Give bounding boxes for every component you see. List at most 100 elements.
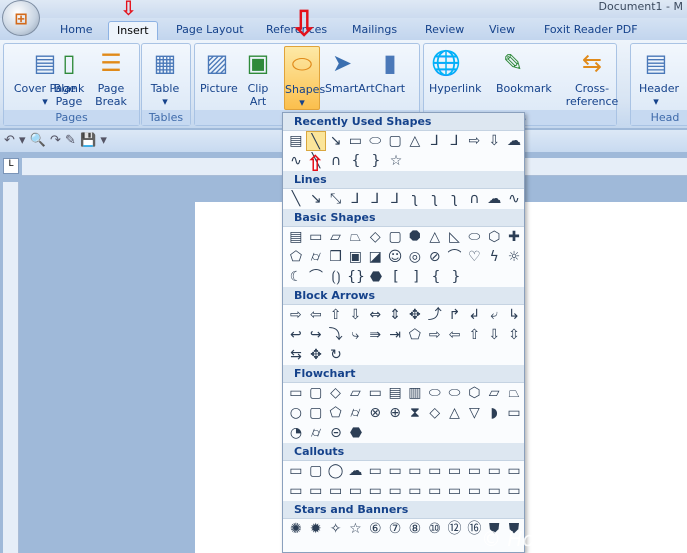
shape-icon[interactable]: ⏢ bbox=[504, 383, 524, 403]
shape-icon[interactable]: ▥ bbox=[405, 383, 425, 403]
shape-icon[interactable]: ⑦ bbox=[385, 519, 405, 539]
shape-icon[interactable]: ▭ bbox=[484, 461, 504, 481]
shape-icon[interactable]: ʅ bbox=[445, 189, 465, 209]
shape-icon[interactable]: ∿ bbox=[504, 189, 524, 209]
shape-icon[interactable]: ▢ bbox=[306, 383, 326, 403]
shape-icon[interactable]: ⊗ bbox=[365, 403, 385, 423]
table-button[interactable]: ▦ Table ▾ bbox=[148, 46, 182, 108]
shape-icon[interactable]: ○ bbox=[286, 403, 306, 423]
shape-icon[interactable]: ʅ bbox=[405, 189, 425, 209]
shape-icon[interactable]: ⏢ bbox=[345, 227, 365, 247]
shape-icon[interactable]: ⇨ bbox=[464, 131, 484, 151]
shape-icon[interactable]: ⅃ bbox=[385, 189, 405, 209]
shape-icon[interactable]: ╲ bbox=[286, 189, 306, 209]
shape-icon[interactable]: ▭ bbox=[425, 461, 445, 481]
shape-icon[interactable]: ▢ bbox=[385, 131, 405, 151]
shape-icon[interactable]: ◇ bbox=[326, 383, 346, 403]
tab-view[interactable]: View bbox=[481, 21, 523, 40]
shape-icon[interactable]: ⬠ bbox=[286, 247, 306, 267]
shape-icon[interactable]: } bbox=[446, 267, 466, 287]
shape-icon[interactable]: ▢ bbox=[385, 227, 405, 247]
shape-icon[interactable]: ⊘ bbox=[425, 247, 445, 267]
shape-icon[interactable]: ▭ bbox=[464, 461, 484, 481]
chart-button[interactable]: ▮ Chart bbox=[373, 46, 407, 95]
blank-page-button[interactable]: ▯ Blank Page bbox=[52, 46, 86, 108]
shape-icon[interactable]: ∿ bbox=[286, 151, 306, 171]
shape-icon[interactable]: ⟮⟯ bbox=[326, 267, 346, 287]
shape-icon[interactable]: ⅃ bbox=[365, 189, 385, 209]
shape-icon[interactable]: ⇧ bbox=[326, 305, 346, 325]
header-button[interactable]: ▤ Header ▾ bbox=[639, 46, 679, 108]
shape-icon[interactable]: ✥ bbox=[405, 305, 425, 325]
shape-icon[interactable]: ⌒ bbox=[306, 267, 326, 287]
office-button[interactable]: ⊞ bbox=[2, 0, 40, 36]
shape-icon[interactable]: ☁ bbox=[504, 131, 524, 151]
shape-icon[interactable]: ⤷ bbox=[345, 325, 365, 345]
shape-icon[interactable]: } bbox=[366, 151, 386, 171]
shape-icon[interactable]: ▱ bbox=[484, 383, 504, 403]
shape-icon[interactable]: ◇ bbox=[365, 227, 385, 247]
shape-icon[interactable]: ▭ bbox=[346, 131, 366, 151]
shape-icon[interactable]: ▽ bbox=[464, 403, 484, 423]
tab-home[interactable]: Home bbox=[52, 21, 100, 40]
shape-icon[interactable]: ] bbox=[406, 267, 426, 287]
shape-icon[interactable]: ♡ bbox=[464, 247, 484, 267]
shape-icon[interactable]: ⬣ bbox=[346, 423, 366, 443]
shape-icon[interactable]: ⤵ bbox=[326, 325, 346, 345]
shape-icon[interactable]: ↪ bbox=[306, 325, 326, 345]
shape-icon[interactable]: ⑩ bbox=[425, 519, 445, 539]
shape-icon[interactable]: ▭ bbox=[504, 461, 524, 481]
shape-icon[interactable]: ⬡ bbox=[464, 383, 484, 403]
shape-icon[interactable]: △ bbox=[425, 227, 445, 247]
shape-icon[interactable]: [ bbox=[386, 267, 406, 287]
shape-icon[interactable]: ◺ bbox=[445, 227, 465, 247]
shape-icon[interactable]: ▭ bbox=[326, 481, 346, 501]
shape-icon[interactable]: ⅃ bbox=[445, 131, 465, 151]
shape-icon[interactable]: ⇦ bbox=[445, 325, 465, 345]
shape-icon[interactable]: ◯ bbox=[326, 461, 346, 481]
shape-icon[interactable]: △ bbox=[405, 131, 425, 151]
shape-icon[interactable]: ⬠ bbox=[326, 403, 346, 423]
shape-icon[interactable]: ⇩ bbox=[345, 305, 365, 325]
shape-icon[interactable]: ⇨ bbox=[286, 305, 306, 325]
shape-icon[interactable]: ❒ bbox=[326, 247, 346, 267]
tab-selector[interactable]: L bbox=[3, 158, 19, 174]
shape-icon[interactable]: ▤ bbox=[385, 383, 405, 403]
shape-icon[interactable]: { bbox=[426, 267, 446, 287]
shape-icon[interactable]: ⬭ bbox=[365, 131, 385, 151]
shape-icon[interactable]: ▤ bbox=[286, 227, 306, 247]
shape-icon[interactable]: ⇥ bbox=[385, 325, 405, 345]
shape-icon[interactable]: ▭ bbox=[286, 461, 306, 481]
shape-icon[interactable]: { bbox=[346, 151, 366, 171]
shape-icon[interactable]: ▭ bbox=[385, 461, 405, 481]
shape-icon[interactable]: ▭ bbox=[445, 481, 465, 501]
shape-icon[interactable]: ▭ bbox=[405, 481, 425, 501]
shape-icon[interactable]: ↘ bbox=[306, 189, 326, 209]
shape-icon[interactable]: ✚ bbox=[504, 227, 524, 247]
shape-icon[interactable]: ▭ bbox=[484, 481, 504, 501]
shape-icon[interactable]: ▱ bbox=[345, 383, 365, 403]
shape-icon[interactable]: ✺ bbox=[286, 519, 306, 539]
tab-insert[interactable]: Insert bbox=[108, 21, 158, 40]
shape-icon[interactable]: ⇨ bbox=[425, 325, 445, 345]
shape-icon[interactable]: ⬣ bbox=[366, 267, 386, 287]
shape-icon[interactable]: ⌭ bbox=[306, 423, 326, 443]
shape-icon[interactable]: ▭ bbox=[365, 383, 385, 403]
shape-icon[interactable]: ∩ bbox=[326, 151, 346, 171]
shape-icon[interactable]: ☾ bbox=[286, 267, 306, 287]
tab-page-layout[interactable]: Page Layout bbox=[168, 21, 252, 40]
shape-icon[interactable]: ✹ bbox=[306, 519, 326, 539]
shape-icon[interactable]: ∩ bbox=[464, 189, 484, 209]
shape-icon[interactable]: ▭ bbox=[286, 481, 306, 501]
shape-icon[interactable]: ⅃ bbox=[425, 131, 445, 151]
shape-icon[interactable]: ⑧ bbox=[405, 519, 425, 539]
shape-icon[interactable]: ⑥ bbox=[365, 519, 385, 539]
shape-icon[interactable]: ▭ bbox=[405, 461, 425, 481]
shape-icon[interactable]: ▭ bbox=[445, 461, 465, 481]
shape-icon[interactable]: ↻ bbox=[326, 345, 346, 365]
shape-icon[interactable]: ▭ bbox=[286, 383, 306, 403]
hyperlink-button[interactable]: 🌐 Hyperlink bbox=[429, 46, 482, 95]
shape-icon[interactable]: ▭ bbox=[365, 461, 385, 481]
shape-icon[interactable]: ◪ bbox=[365, 247, 385, 267]
shape-icon[interactable]: ⬡ bbox=[484, 227, 504, 247]
